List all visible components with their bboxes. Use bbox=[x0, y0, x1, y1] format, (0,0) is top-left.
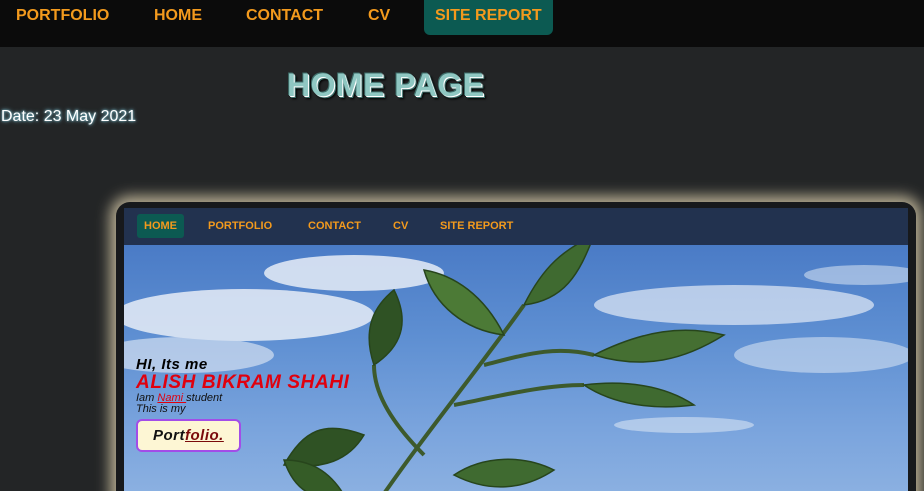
nav-site-report[interactable]: SITE REPORT bbox=[424, 0, 553, 35]
preview-nav-site-report[interactable]: SITE REPORT bbox=[440, 214, 513, 238]
portfolio-button[interactable]: Portfolio. bbox=[136, 419, 241, 452]
nav-portfolio[interactable]: PORTFOLIO bbox=[16, 0, 109, 35]
preview-nav-home[interactable]: HOME bbox=[137, 214, 184, 238]
portfolio-button-part2: folio. bbox=[185, 427, 224, 444]
intro-suffix: student bbox=[186, 392, 223, 404]
preview-nav-cv[interactable]: CV bbox=[393, 214, 408, 238]
hero-intro: HI, Its me ALISH BIKRAM SHAHI Iam Nami s… bbox=[136, 356, 349, 452]
site-preview-screen: HOME PORTFOLIO CONTACT CV SITE REPORT HI… bbox=[124, 208, 908, 491]
nav-cv[interactable]: CV bbox=[368, 0, 390, 35]
top-navigation: PORTFOLIO HOME CONTACT CV SITE REPORT bbox=[0, 0, 924, 47]
date-label: Date: 23 May 2021 bbox=[1, 108, 137, 125]
preview-nav-contact[interactable]: CONTACT bbox=[308, 214, 361, 238]
portfolio-button-part1: Port bbox=[153, 427, 185, 444]
site-preview-frame: HOME PORTFOLIO CONTACT CV SITE REPORT HI… bbox=[116, 202, 916, 491]
preview-nav-portfolio[interactable]: PORTFOLIO bbox=[208, 214, 272, 238]
hero-greeting: HI, Its me bbox=[136, 356, 208, 373]
nav-contact[interactable]: CONTACT bbox=[246, 0, 323, 35]
page-title: HOME PAGE bbox=[287, 67, 485, 103]
hero-banner: HI, Its me ALISH BIKRAM SHAHI Iam Nami s… bbox=[124, 245, 908, 491]
preview-navigation: HOME PORTFOLIO CONTACT CV SITE REPORT bbox=[124, 208, 908, 245]
hero-subline: This is my bbox=[136, 403, 186, 415]
nav-home[interactable]: HOME bbox=[154, 0, 202, 35]
hero-name: ALISH BIKRAM SHAHI bbox=[136, 372, 350, 393]
